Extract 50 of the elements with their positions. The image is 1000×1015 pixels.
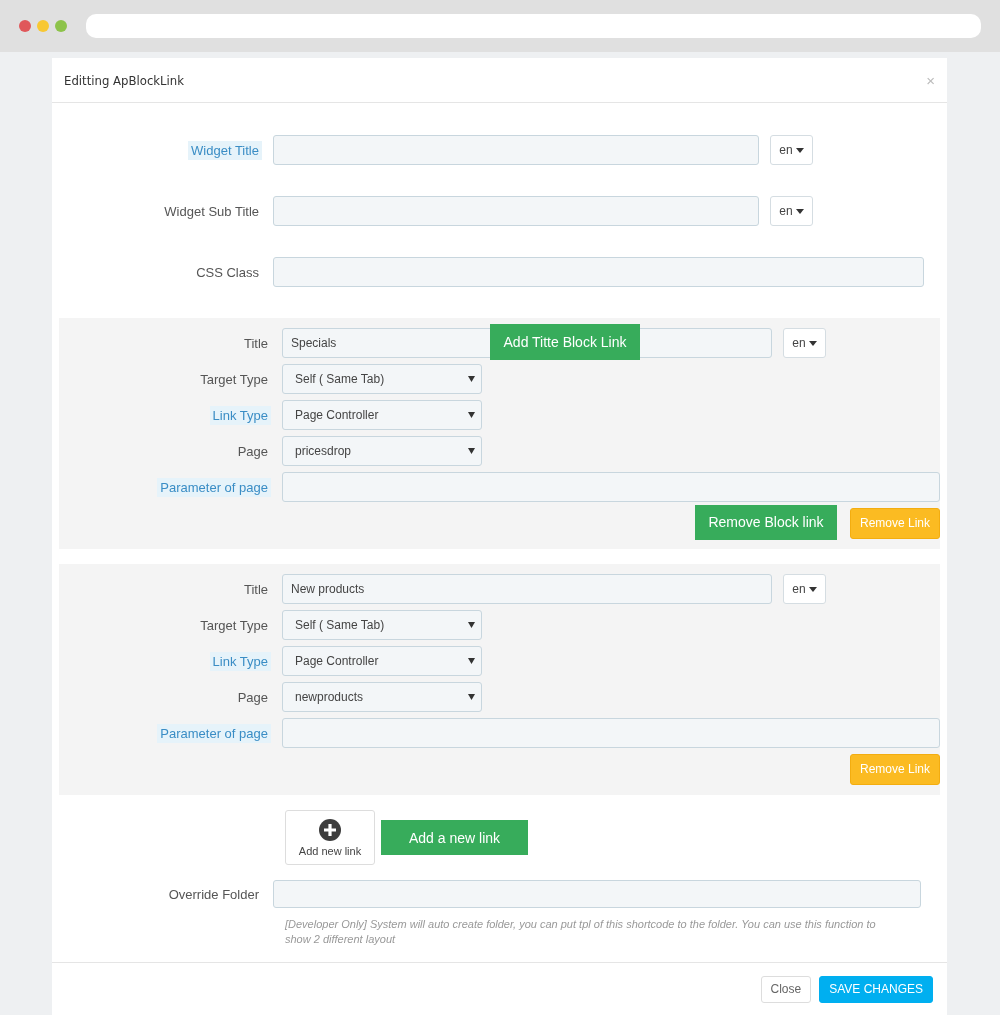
- field-label: Override Folder: [167, 886, 260, 904]
- select-dropdown[interactable]: Self ( Same Tab): [282, 610, 482, 640]
- dialog-title: Editting ApBlockLink: [64, 72, 185, 88]
- caret-icon: [808, 340, 817, 346]
- field-label: Parameter of page: [157, 478, 271, 497]
- caret-icon: [468, 412, 475, 418]
- text-field[interactable]: [282, 718, 940, 748]
- text-field[interactable]: [273, 135, 759, 165]
- add-new-link-button[interactable]: Add new link: [285, 810, 375, 865]
- close-button[interactable]: Close: [760, 975, 812, 1003]
- field-label: Target Type: [199, 371, 269, 389]
- field-label: Target Type: [199, 617, 269, 635]
- text-field[interactable]: [273, 196, 759, 226]
- caret-icon: [795, 147, 804, 153]
- text-field[interactable]: [273, 880, 921, 908]
- caret-icon: [468, 376, 475, 382]
- field-label: Page: [236, 689, 269, 707]
- address-bar[interactable]: [86, 14, 981, 38]
- select-dropdown[interactable]: pricesdrop: [282, 436, 482, 466]
- caret-icon: [468, 622, 475, 628]
- caret-icon: [468, 448, 475, 454]
- language-dropdown[interactable]: en: [770, 135, 813, 165]
- language-dropdown[interactable]: en: [783, 328, 826, 358]
- language-dropdown[interactable]: en: [783, 574, 826, 604]
- field-label: Page: [236, 443, 269, 461]
- select-dropdown[interactable]: Page Controller: [282, 646, 482, 676]
- select-dropdown[interactable]: Page Controller: [282, 400, 482, 430]
- callout-label: Add a new link: [381, 820, 528, 855]
- field-label: Widget Sub Title: [163, 203, 260, 221]
- field-label: Parameter of page: [157, 724, 271, 743]
- select-dropdown[interactable]: newproducts: [282, 682, 482, 712]
- text-field[interactable]: [282, 472, 940, 502]
- text-field[interactable]: New products: [282, 574, 772, 604]
- caret-icon: [808, 586, 817, 592]
- field-label: Link Type: [209, 652, 271, 671]
- select-dropdown[interactable]: Self ( Same Tab): [282, 364, 482, 394]
- text-field[interactable]: [273, 257, 924, 287]
- callout-label: Remove Block link: [695, 504, 837, 540]
- field-label: Title: [242, 581, 269, 599]
- field-label: Link Type: [209, 406, 271, 425]
- caret-icon: [795, 208, 804, 214]
- language-dropdown[interactable]: en: [770, 196, 813, 226]
- caret-icon: [468, 694, 475, 700]
- plus-icon: [319, 818, 341, 841]
- caret-icon: [468, 658, 475, 664]
- field-label: Widget Title: [188, 141, 262, 160]
- help-text: [Developer Only] System will auto create folder, you can put tpl of this shortcode to the folder. You can use this function to show 2 different layout: [285, 917, 877, 947]
- field-label: Title: [242, 335, 269, 353]
- annotation-tooltip: Add Titte Block Link: [490, 324, 640, 360]
- field-label: CSS Class: [195, 264, 260, 282]
